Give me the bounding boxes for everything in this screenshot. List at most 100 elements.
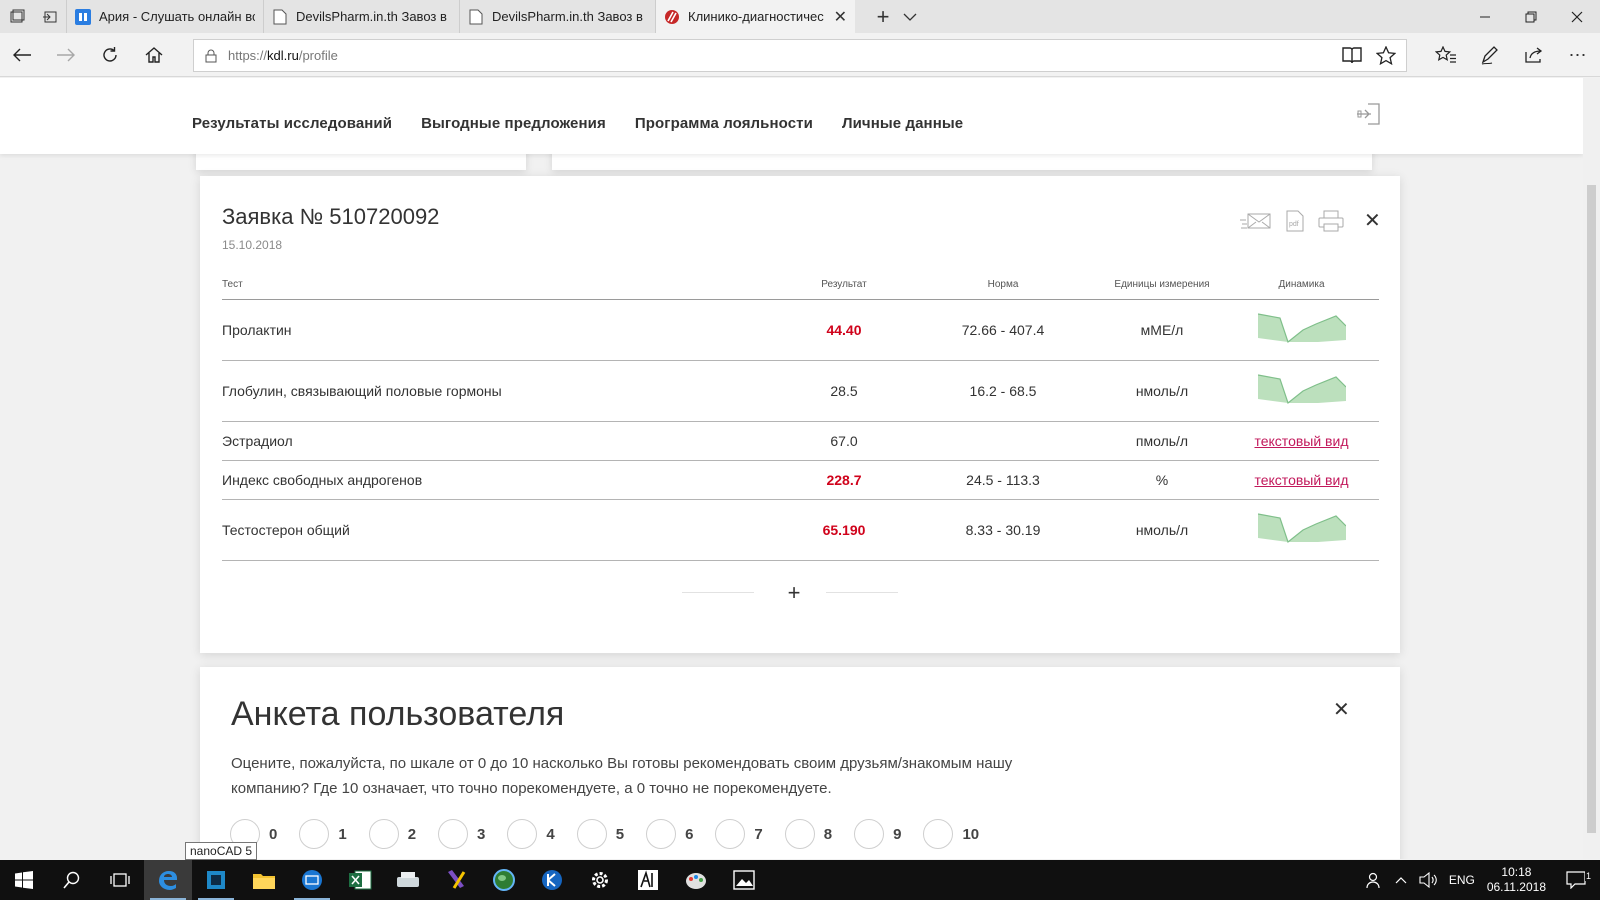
search-icon[interactable]	[48, 860, 96, 900]
page-scrollbar[interactable]	[1583, 78, 1600, 859]
volume-icon[interactable]	[1413, 872, 1443, 888]
rating-option[interactable]: 6	[646, 819, 693, 849]
radio-button[interactable]	[646, 819, 677, 849]
scanner-icon[interactable]	[384, 860, 432, 900]
address-bar[interactable]: https://kdl.ru/profile	[193, 39, 1407, 72]
globe-icon[interactable]	[480, 860, 528, 900]
rating-option[interactable]: 1	[299, 819, 347, 849]
edge-icon[interactable]	[144, 860, 192, 900]
table-row: Тестостерон общий 65.190 8.33 - 30.19 нмоль…	[222, 499, 1379, 561]
col-header-test: Тест	[222, 271, 782, 300]
browser-tab-3[interactable]: DevilsPharm.in.th Завоз в п	[459, 0, 655, 33]
favorites-hub-icon[interactable]	[1424, 33, 1468, 77]
dynamics-sparkline[interactable]	[1257, 512, 1346, 544]
email-icon[interactable]	[1240, 212, 1272, 230]
set-aside-tabs-icon[interactable]	[33, 0, 66, 33]
remote-desktop-icon[interactable]	[288, 860, 336, 900]
rating-option[interactable]: 3	[438, 819, 485, 849]
start-icon[interactable]	[0, 860, 48, 900]
browser-tab-2[interactable]: DevilsPharm.in.th Завоз в п	[263, 0, 459, 33]
rating-option[interactable]: 7	[715, 819, 763, 849]
refresh-icon[interactable]	[88, 33, 132, 77]
rating-option[interactable]: 4	[507, 819, 555, 849]
kompas-icon[interactable]	[528, 860, 576, 900]
nanocad-icon[interactable]	[192, 860, 240, 900]
nav-results[interactable]: Результаты исследований	[192, 115, 392, 132]
tabs-aside-icon[interactable]	[0, 0, 33, 33]
back-icon[interactable]	[0, 33, 44, 77]
cell-result-abnormal: 44.40	[782, 299, 906, 361]
rating-option[interactable]: 8	[784, 819, 832, 849]
rating-option[interactable]: 9	[854, 819, 901, 849]
excel-icon[interactable]	[336, 860, 384, 900]
dynamics-sparkline[interactable]	[1257, 312, 1346, 344]
tab-preview-chevron-icon[interactable]	[903, 12, 917, 22]
radio-button[interactable]	[854, 819, 885, 849]
rating-option[interactable]: 2	[368, 819, 416, 849]
photos-icon[interactable]	[720, 860, 768, 900]
minimize-icon[interactable]	[1462, 0, 1508, 33]
radio-button[interactable]	[507, 819, 538, 849]
web-note-pen-icon[interactable]	[1468, 33, 1512, 77]
rating-option[interactable]: 10	[923, 819, 979, 849]
app-icon[interactable]	[624, 860, 672, 900]
logout-icon[interactable]	[1356, 101, 1382, 127]
input-language[interactable]: ENG	[1443, 873, 1481, 887]
close-survey-icon[interactable]: ✕	[1333, 697, 1350, 722]
rating-option[interactable]: 5	[576, 819, 624, 849]
task-view-icon[interactable]	[96, 860, 144, 900]
tab-close-icon[interactable]: ✕	[834, 7, 847, 27]
rating-option-label: 0	[269, 825, 278, 843]
pdf-icon[interactable]: pdf	[1285, 210, 1305, 232]
cell-units: мМЕ/л	[1100, 299, 1224, 361]
forward-icon[interactable]	[44, 33, 88, 77]
results-table: Тест Результат Норма Единицы измерения Д…	[222, 271, 1379, 561]
site-nav: Результаты исследований Выгодные предлож…	[192, 115, 963, 132]
home-icon[interactable]	[132, 33, 176, 77]
radio-button[interactable]	[438, 819, 469, 849]
lock-icon	[194, 49, 228, 63]
close-window-icon[interactable]	[1554, 0, 1600, 33]
browser-tab-1[interactable]: Ария - Слушать онлайн все	[66, 0, 263, 33]
show-more: +	[200, 578, 1400, 608]
expand-plus-button[interactable]: +	[785, 580, 803, 606]
radio-button[interactable]	[923, 819, 954, 849]
radio-button[interactable]	[715, 819, 746, 849]
cell-units: нмоль/л	[1100, 360, 1224, 422]
cell-dynamics: текстовый вид	[1224, 460, 1379, 500]
cell-test: Индекс свободных андрогенов	[222, 460, 782, 500]
close-order-icon[interactable]: ✕	[1364, 208, 1381, 233]
settings-icon[interactable]	[576, 860, 624, 900]
radio-button[interactable]	[576, 819, 607, 849]
text-view-link[interactable]: текстовый вид	[1254, 433, 1348, 449]
scrollbar-thumb[interactable]	[1587, 185, 1596, 833]
more-options-icon[interactable]: ⋯	[1556, 33, 1600, 77]
share-icon[interactable]	[1512, 33, 1556, 77]
new-tab-icon[interactable]: +	[869, 4, 897, 30]
action-center-icon[interactable]: 1	[1552, 871, 1600, 889]
tray-chevron-up-icon[interactable]	[1389, 876, 1413, 884]
browser-tab-4-active[interactable]: Клинико-диагностичес ✕	[655, 0, 855, 33]
nav-offers[interactable]: Выгодные предложения	[421, 115, 606, 132]
nav-loyalty[interactable]: Программа лояльности	[635, 115, 813, 132]
dynamics-sparkline[interactable]	[1257, 373, 1346, 405]
favorite-star-icon[interactable]	[1376, 46, 1396, 65]
cell-norm: 16.2 - 68.5	[906, 360, 1100, 422]
restore-icon[interactable]	[1508, 0, 1554, 33]
radio-button[interactable]	[784, 819, 815, 849]
notification-count: 1	[1584, 871, 1592, 881]
text-view-link[interactable]: текстовый вид	[1254, 472, 1348, 488]
cell-test: Глобулин, связывающий половые гормоны	[222, 360, 782, 422]
col-header-units: Единицы измерения	[1100, 271, 1224, 300]
nav-personal-data[interactable]: Личные данные	[842, 115, 963, 132]
system-tray: ENG 10:18 06.11.2018 1	[1359, 860, 1600, 900]
print-icon[interactable]	[1318, 210, 1344, 232]
radio-button[interactable]	[368, 819, 399, 849]
paint-icon[interactable]	[672, 860, 720, 900]
visual-studio-icon[interactable]	[432, 860, 480, 900]
reading-view-icon[interactable]	[1342, 46, 1362, 65]
people-icon[interactable]	[1359, 871, 1389, 889]
radio-button[interactable]	[299, 819, 330, 849]
clock[interactable]: 10:18 06.11.2018	[1481, 865, 1552, 895]
file-explorer-icon[interactable]	[240, 860, 288, 900]
